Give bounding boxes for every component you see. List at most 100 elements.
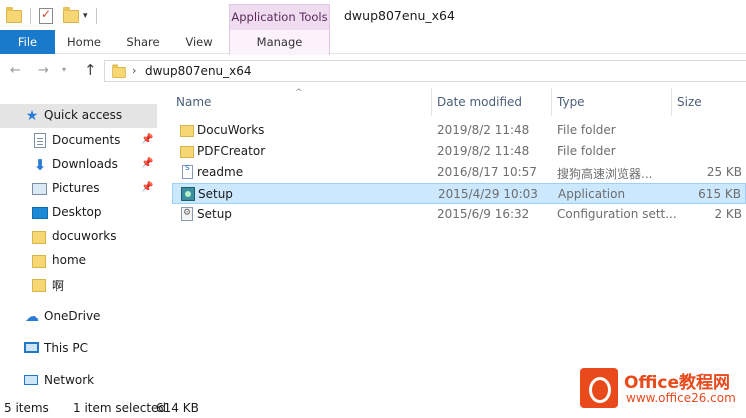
sidebar-item-label: Downloads <box>52 157 118 171</box>
ribbon-tabs: File Home Share View Manage <box>0 30 746 55</box>
tab-manage[interactable]: Manage <box>229 30 330 55</box>
office-logo-icon <box>580 368 618 408</box>
selection-count: 1 item selected <box>73 401 167 415</box>
computer-icon <box>24 342 39 353</box>
watermark-url: www.office26.com <box>626 391 736 405</box>
toolbar-divider <box>30 8 31 24</box>
properties-icon[interactable] <box>39 7 53 24</box>
sidebar-item-this-pc[interactable]: This PC <box>0 337 157 361</box>
desktop-icon <box>32 207 48 219</box>
file-name: DocuWorks <box>197 123 265 137</box>
sidebar-item-quick-access[interactable]: ★ Quick access <box>0 104 157 128</box>
file-date: 2016/8/17 10:57 <box>437 165 537 179</box>
file-name: PDFCreator <box>197 144 266 158</box>
sort-ascending-icon: ^ <box>295 88 303 98</box>
sidebar-item-label: 啊 <box>52 279 65 293</box>
forward-arrow-icon[interactable]: → <box>38 63 49 78</box>
address-row: ← → ▾ ↑ › dwup807enu_x64 <box>0 55 746 87</box>
file-size: 25 KB <box>706 165 742 179</box>
sidebar-item-documents[interactable]: Documents 📌 <box>0 129 157 153</box>
downloads-icon: ⬇ <box>33 156 47 174</box>
pin-icon: 📌 <box>141 158 154 169</box>
column-divider[interactable] <box>431 88 432 116</box>
sidebar-item-desktop[interactable]: Desktop <box>0 201 157 225</box>
sidebar-item-docuworks[interactable]: docuworks <box>0 225 157 249</box>
folder-icon <box>32 255 46 268</box>
pin-icon: 📌 <box>141 134 154 145</box>
title-bar: ▾ Application Tools dwup807enu_x64 <box>0 0 746 30</box>
folder-icon <box>32 279 46 292</box>
file-row-selected[interactable]: Setup 2015/4/29 10:03 Application 615 KB <box>172 183 746 204</box>
documents-icon <box>34 133 46 148</box>
breadcrumb-chevron-icon[interactable]: › <box>132 64 136 77</box>
sidebar-item-label: OneDrive <box>44 309 101 323</box>
sidebar-item-home[interactable]: home <box>0 249 157 273</box>
sidebar-item-label: Pictures <box>52 181 100 195</box>
new-folder-icon[interactable] <box>63 6 79 23</box>
sidebar-item-downloads[interactable]: ⬇ Downloads 📌 <box>0 153 157 177</box>
file-date: 2015/6/9 16:32 <box>437 207 530 221</box>
selection-size: 614 KB <box>156 401 199 415</box>
folder-icon <box>180 125 194 137</box>
column-divider[interactable] <box>671 88 672 116</box>
sidebar-item-pictures[interactable]: Pictures 📌 <box>0 177 157 201</box>
config-file-icon <box>181 207 193 221</box>
file-type: File folder <box>557 123 616 137</box>
sidebar-item-label: Quick access <box>44 108 123 122</box>
pin-icon: 📌 <box>141 182 154 193</box>
toolbar-divider <box>95 8 97 24</box>
sidebar-item-label: Desktop <box>52 205 102 219</box>
customize-toolbar-chevron-icon[interactable]: ▾ <box>83 11 88 21</box>
file-type: Application <box>558 187 626 201</box>
file-row[interactable]: Setup 2015/6/9 16:32 Configuration sett.… <box>172 204 746 225</box>
file-date: 2019/8/2 11:48 <box>437 123 530 137</box>
recent-locations-chevron-icon[interactable]: ▾ <box>62 65 66 74</box>
file-size: 615 KB <box>698 187 741 201</box>
file-type: 搜狗高速浏览器... <box>557 167 653 181</box>
file-date: 2015/4/29 10:03 <box>438 187 538 201</box>
tab-share[interactable]: Share <box>121 30 165 54</box>
network-icon <box>24 375 38 385</box>
folder-icon <box>112 64 126 79</box>
sidebar-item-label: Network <box>44 373 95 387</box>
column-header-date-modified[interactable]: Date modified <box>437 95 522 109</box>
file-row[interactable]: readme 2016/8/17 10:57 搜狗高速浏览器... 25 KB <box>172 162 746 183</box>
contextual-tab-group-label: Application Tools <box>229 4 330 30</box>
file-size: 2 KB <box>714 207 742 221</box>
watermark: Office教程网 www.office26.com <box>576 364 746 412</box>
column-header-type[interactable]: Type <box>557 95 585 109</box>
cloud-icon: ☁ <box>25 309 39 325</box>
sidebar-item-label: This PC <box>44 341 88 355</box>
pictures-icon <box>32 183 47 195</box>
file-type: File folder <box>557 144 616 158</box>
column-header-size[interactable]: Size <box>677 95 702 109</box>
file-name: Setup <box>197 207 232 221</box>
window-title: dwup807enu_x64 <box>344 8 455 23</box>
back-arrow-icon[interactable]: ← <box>10 63 21 78</box>
html-file-icon <box>182 163 193 179</box>
sidebar-item-network[interactable]: Network <box>0 369 157 393</box>
breadcrumb-path[interactable]: dwup807enu_x64 <box>145 64 252 78</box>
file-name: readme <box>197 165 244 179</box>
column-header-name[interactable]: Name <box>176 95 211 109</box>
file-row[interactable]: PDFCreator 2019/8/2 11:48 File folder <box>172 141 746 162</box>
sidebar-item-label: docuworks <box>52 229 117 243</box>
sidebar-item-a[interactable]: 啊 <box>0 273 157 297</box>
setup-exe-icon <box>181 187 195 201</box>
navigation-pane: ★ Quick access Documents 📌 ⬇ Downloads 📌… <box>0 87 160 398</box>
tab-home[interactable]: Home <box>61 30 107 54</box>
folder-icon <box>180 146 194 158</box>
tab-file[interactable]: File <box>0 30 55 54</box>
file-type: Configuration sett... <box>557 207 677 221</box>
quick-access-toolbar: ▾ <box>6 6 101 26</box>
sidebar-item-label: home <box>52 253 87 267</box>
address-bar[interactable]: › dwup807enu_x64 <box>104 60 746 82</box>
column-divider[interactable] <box>551 88 552 116</box>
up-arrow-icon[interactable]: ↑ <box>84 61 97 79</box>
sidebar-item-onedrive[interactable]: ☁ OneDrive <box>0 305 157 329</box>
file-row[interactable]: DocuWorks 2019/8/2 11:48 File folder <box>172 120 746 141</box>
tab-view[interactable]: View <box>179 30 219 54</box>
star-icon: ★ <box>25 108 39 124</box>
file-name: Setup <box>198 187 233 201</box>
watermark-title: Office教程网 <box>624 373 731 393</box>
